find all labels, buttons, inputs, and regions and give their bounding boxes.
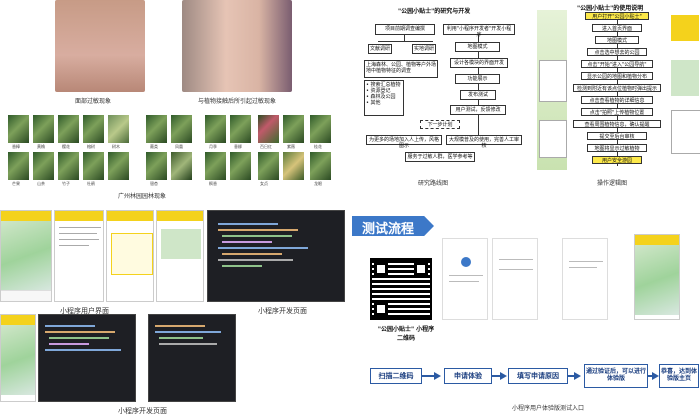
test-flow-caption: 小程序用户体验版测试入口 (512, 405, 585, 412)
app-screen-detail (54, 210, 104, 302)
usage-title: "公园小贴士"的使用说明 (577, 5, 644, 12)
ide-screenshot-bottom-left (38, 314, 136, 402)
flow-node: 用户测试，反馈修改 (450, 105, 506, 115)
flow-node: 文献调研 (368, 44, 392, 54)
test-flow-banner-text: 测试流程 (362, 222, 415, 237)
flow-node: 设计各模块的界面开发 (450, 58, 508, 68)
plant-label: 芒果 (12, 181, 20, 186)
plants-caption: 广州林园园林现象 (118, 193, 167, 200)
app-screen-info (106, 210, 154, 302)
plant-label: 女贞 (260, 181, 268, 186)
usage-step: 点击"拍照"上传植物位置 (581, 108, 653, 116)
usage-step: 点击查看植物的详细信息 (581, 96, 653, 104)
plant-label: 桂花 (314, 144, 322, 149)
plant-label: 龙眼 (314, 181, 322, 186)
research-route-diagram: "公园小贴士"的研究与开发 项目前期调查编撰 文献调研 实地调研 上海森林、公园… (350, 0, 530, 205)
plant-label: 山茶 (37, 181, 45, 186)
app-screen-map-2 (0, 314, 36, 402)
usage-step: 检测到附近有该点位植物时弹出提示 (573, 84, 661, 92)
flow-node: 发布测试 (460, 90, 496, 100)
flow-step-verified: 通过验证后，可以进行体验版 (584, 364, 648, 388)
flow-node: 项目前期调查编撰 (375, 24, 435, 35)
usage-step: 用户打开"公园小贴士" (585, 12, 649, 20)
flow-node: 为更多的场地加入人上传，风格图示 (366, 135, 442, 149)
plant-label: 樱花 (62, 144, 70, 149)
flow-node: • 搜索汇总植物 • 资源登记 • 森林及公园 • 其他 (364, 80, 404, 116)
usage-step: 查看周围植物信息，确认提醒 (573, 120, 661, 128)
app-screen-map (0, 210, 52, 302)
flow-step-apply: 申请体验 (444, 368, 492, 384)
flow-node: 上海森林、公园、植物等户外场地中植物特征的调查 (364, 60, 438, 78)
flow-node: 实地调研 (412, 44, 436, 54)
flow-node: 服务于过敏人群，医学参考等 (405, 152, 475, 162)
qr-caption: "公园小贴士" 小程序 二维码 (377, 326, 435, 342)
app-screen-list (156, 210, 204, 302)
mini-program-screens: 小程序用户界面 小程序开发页面 小程序开发页面 (0, 210, 345, 417)
flow-screen-reason (492, 238, 538, 320)
usage-step: 进入首页界面 (592, 24, 642, 32)
usage-step: 显示公园的地图和植物分布 (581, 72, 653, 80)
usage-step: 地图将显示过敏植物 (587, 144, 647, 152)
plant-label: 蕨类 (150, 144, 158, 149)
plant-label: 杜鹃 (87, 181, 95, 186)
flow-screen-home (634, 234, 680, 320)
plant-label: 树木 (112, 144, 120, 149)
flow-node: 下一步计划 (420, 120, 460, 129)
flow-node: 大规模普及的使用，完善人工审核 (446, 135, 522, 149)
skin-rash-photo-left (55, 0, 145, 92)
flow-screen-verified (562, 238, 608, 320)
diagram-title: "公园小贴士"的研究与开发 (398, 8, 471, 15)
plant-label: 榕树 (87, 144, 95, 149)
test-flow-panel: 测试流程 "公园小贴士" 小程序 二维码 扫描二维码 申请体验 填写申请原因 通… (352, 210, 700, 417)
usage-step: 点击"开始"进入"公园导航" (581, 60, 653, 68)
flow-node: 地图模式 (455, 42, 500, 52)
usage-instruction-diagram: "公园小贴士"的使用说明 用户打开"公园小贴士" 进入首页界面 地图模式 点击选… (537, 0, 700, 205)
usage-step: 点击选中想去的公园 (587, 48, 647, 56)
flow-node: 利用"小程序开发者"开发小程序 (443, 24, 515, 38)
plant-label: 紫薇 (287, 144, 295, 149)
plant-label: 黄桷 (37, 144, 45, 149)
diagram-caption: 研究路线图 (418, 180, 449, 187)
qr-code-icon (370, 258, 432, 320)
plant-label: 竹子 (62, 181, 70, 186)
plant-label: 枫香 (209, 181, 217, 186)
flow-screen-apply (442, 238, 488, 320)
plant-label: 月季 (209, 144, 217, 149)
photo-right-caption: 与植物接触后所引起过敏现象 (198, 98, 277, 105)
usage-step: 地图模式 (595, 36, 639, 44)
plant-label: 香樟 (12, 144, 20, 149)
plant-label: 凤凰 (175, 144, 183, 149)
ide-screenshot-top-right (207, 210, 345, 302)
usage-step: 提交至后台审核 (587, 132, 647, 140)
usage-step: 用户安全游园 (592, 156, 642, 164)
flow-step-scan: 扫描二维码 (370, 368, 422, 384)
photo-left-caption: 面部过敏现象 (75, 98, 112, 105)
ide-screenshot-bottom-right (148, 314, 236, 402)
plant-label: 百日红 (260, 144, 272, 149)
dev-caption-2: 小程序开发页面 (118, 407, 167, 415)
usage-caption: 操作逻辑图 (597, 180, 628, 187)
skin-rash-photo-right (182, 0, 292, 92)
plant-label: 银杏 (150, 181, 158, 186)
plant-label: 垂柳 (234, 144, 242, 149)
allergy-photos-panel: 面部过敏现象 与植物接触后所引起过敏现象 香樟 黄桷 樱花 榕树 树木 蕨类 凤… (0, 0, 345, 205)
flow-node: 功能展示 (455, 74, 500, 84)
dev-caption-1: 小程序开发页面 (258, 307, 307, 315)
flow-step-reason: 填写申请原因 (508, 368, 568, 384)
flow-step-home: 恭喜，达到体验版主页 (659, 364, 699, 388)
